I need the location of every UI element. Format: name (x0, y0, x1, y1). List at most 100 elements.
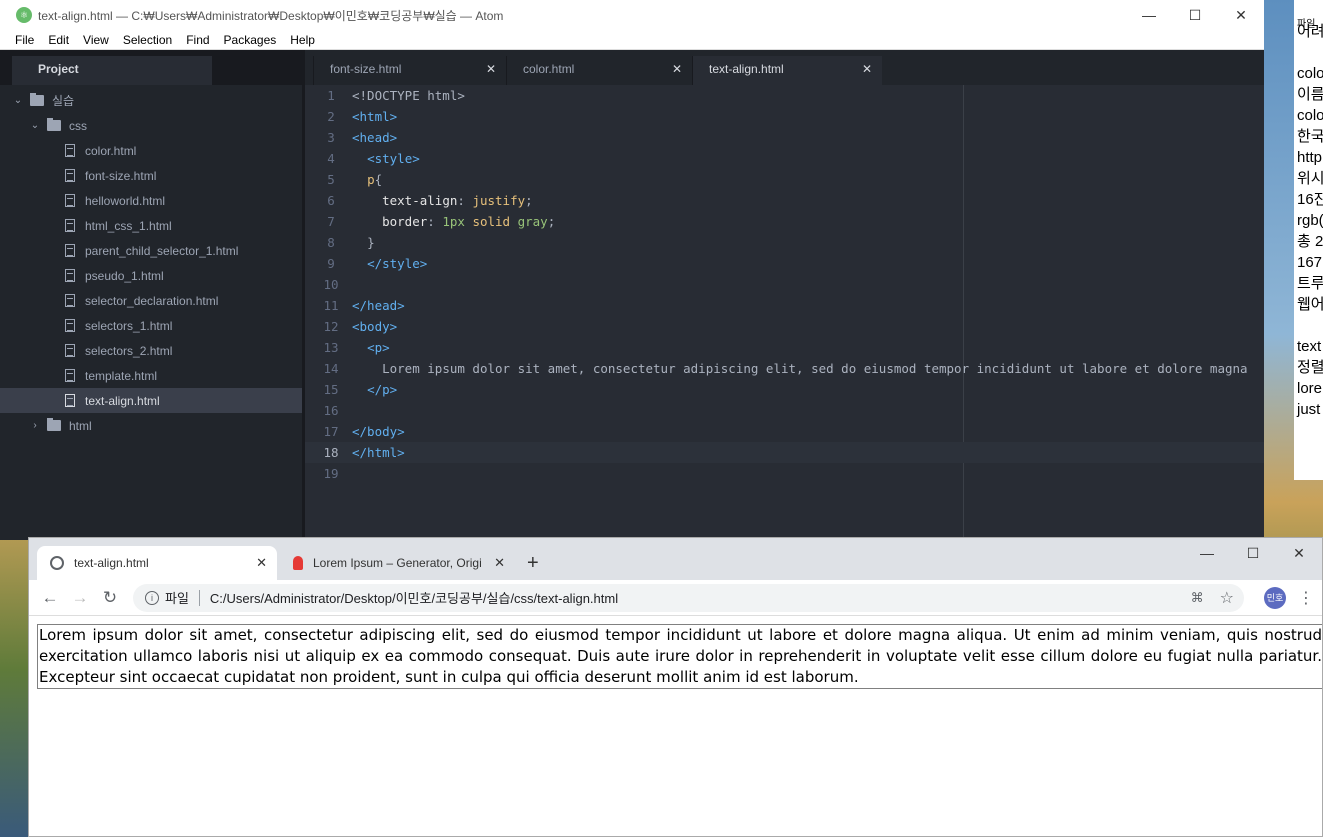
chrome-tab-title: text-align.html (74, 556, 149, 570)
notepad-line: rgb( (1297, 212, 1323, 229)
url-text[interactable]: C:/Users/Administrator/Desktop/이민호/코딩공부/… (210, 588, 1191, 607)
atom-menubar: File Edit View Selection Find Packages H… (0, 30, 1264, 50)
notepad-window[interactable]: 파일 어려 colo 이름 colo 한국 http 위시 16진 rgb( 총… (1294, 0, 1323, 480)
notepad-line: just (1297, 401, 1321, 418)
line-number: 4 (327, 151, 335, 166)
code-line-current: </html> (351, 442, 1264, 463)
tree-file[interactable]: pseudo_1.html (0, 263, 302, 288)
line-number-current: 18 (305, 442, 351, 463)
notepad-line: 어려 (1297, 23, 1323, 40)
address-bar[interactable]: i 파일 C:/Users/Administrator/Desktop/이민호/… (133, 583, 1244, 612)
tab-font-size[interactable]: font-size.html ✕ (313, 56, 506, 85)
file-icon (65, 194, 75, 207)
tab-color[interactable]: color.html ✕ (506, 56, 692, 85)
tree-folder-실습[interactable]: ⌄ 실습 (0, 88, 302, 113)
tree-item-label: text-align.html (85, 393, 160, 408)
menu-selection[interactable]: Selection (116, 33, 179, 47)
back-arrow-icon[interactable]: ← (35, 588, 65, 608)
project-tab[interactable]: Project (12, 56, 212, 85)
maximize-button[interactable]: ☐ (1172, 0, 1218, 30)
notepad-line: 이름 (1297, 86, 1323, 103)
code-line: Lorem ipsum dolor sit amet, consectetur … (351, 358, 1264, 379)
code-token: border (382, 214, 428, 229)
chrome-tab-lorem[interactable]: Lorem Ipsum – Generator, Origi ✕ (279, 546, 515, 580)
notepad-line: 한국 (1297, 128, 1323, 145)
forward-arrow-icon[interactable]: → (65, 588, 95, 608)
tree-item-label: helloworld.html (85, 193, 166, 208)
tab-label: font-size.html (330, 62, 402, 76)
tab-text-align[interactable]: text-align.html ✕ (692, 56, 882, 85)
code-line: <style> (351, 148, 1264, 169)
chrome-tab-text-align[interactable]: text-align.html ✕ (37, 546, 277, 580)
menu-edit[interactable]: Edit (41, 33, 76, 47)
atom-window: ⚛ text-align.html — C:₩Users₩Administrat… (0, 0, 1264, 540)
info-icon[interactable]: i (145, 590, 159, 605)
tree-file[interactable]: parent_child_selector_1.html (0, 238, 302, 263)
notepad-line: text (1297, 338, 1322, 355)
chevron-down-icon: ⌄ (13, 95, 23, 106)
code-line: <p> (351, 337, 1264, 358)
tree-folder-html[interactable]: › html (0, 413, 302, 438)
tree-item-label: css (69, 118, 87, 133)
tree-file[interactable]: html_css_1.html (0, 213, 302, 238)
menu-file[interactable]: File (0, 33, 41, 47)
tree-item-label: html_css_1.html (85, 218, 172, 233)
tree-item-label: color.html (85, 143, 137, 158)
code-token: { (374, 172, 383, 187)
tree-file[interactable]: font-size.html (0, 163, 302, 188)
minimize-button[interactable]: — (1126, 0, 1172, 30)
tree-file[interactable]: selectors_2.html (0, 338, 302, 363)
tree-file[interactable]: selector_declaration.html (0, 288, 302, 313)
code-line: border: 1px solid gray; (382, 214, 556, 229)
tree-folder-css[interactable]: ⌄ css (0, 113, 302, 138)
close-icon[interactable]: ✕ (672, 62, 682, 76)
close-button[interactable]: ✕ (1218, 0, 1264, 30)
notepad-line: 정렬 (1297, 359, 1323, 376)
new-tab-button[interactable]: + (527, 546, 547, 580)
tree-item-label: parent_child_selector_1.html (85, 243, 239, 258)
close-icon[interactable]: ✕ (256, 555, 267, 571)
file-icon (65, 344, 75, 357)
translate-icon[interactable]: ⌘ (1191, 590, 1204, 606)
bookmark-star-icon[interactable]: ☆ (1220, 588, 1234, 608)
menu-find[interactable]: Find (179, 33, 216, 47)
more-menu-icon[interactable]: ⋮ (1296, 588, 1316, 608)
folder-icon (47, 118, 61, 131)
close-icon[interactable]: ✕ (494, 555, 505, 571)
close-icon[interactable]: ✕ (862, 62, 872, 76)
file-icon (65, 369, 75, 382)
chrome-toolbar: ← → ↻ i 파일 C:/Users/Administrator/Deskto… (29, 580, 1322, 616)
profile-avatar[interactable]: 민호 (1264, 586, 1286, 609)
code-line: <html> (351, 106, 1264, 127)
notepad-line: colo (1297, 65, 1323, 82)
code-token: <style> (367, 151, 420, 166)
tree-file-selected[interactable]: text-align.html (0, 388, 302, 413)
atom-titlebar[interactable]: ⚛ text-align.html — C:₩Users₩Administrat… (0, 0, 1264, 30)
code-editor[interactable]: 1 2 3 4 5 6 7 8 9 10 11 12 13 14 15 16 1 (305, 85, 1264, 540)
menu-view[interactable]: View (76, 33, 116, 47)
reload-icon[interactable]: ↻ (95, 588, 125, 608)
notepad-line: colo (1297, 107, 1323, 124)
tree-file[interactable]: helloworld.html (0, 188, 302, 213)
close-icon[interactable]: ✕ (486, 62, 496, 76)
line-number: 6 (327, 193, 335, 208)
code-token: <body> (352, 319, 398, 334)
menu-help[interactable]: Help (283, 33, 322, 47)
notepad-line: 위시 (1297, 170, 1323, 187)
line-number: 11 (323, 298, 339, 313)
code-line: } (351, 232, 1264, 253)
tree-file[interactable]: selectors_1.html (0, 313, 302, 338)
menu-packages[interactable]: Packages (217, 33, 284, 47)
maximize-button[interactable]: ☐ (1230, 538, 1276, 568)
tree-file[interactable]: template.html (0, 363, 302, 388)
close-button[interactable]: ✕ (1276, 538, 1322, 568)
code-token: <!DOCTYPE html> (352, 88, 465, 103)
chrome-tab-strip: text-align.html ✕ Lorem Ipsum – Generato… (29, 538, 1322, 580)
tree-file[interactable]: color.html (0, 138, 302, 163)
folder-icon (30, 93, 44, 106)
globe-icon (50, 556, 64, 570)
minimize-button[interactable]: — (1184, 538, 1230, 568)
tree-item-label: pseudo_1.html (85, 268, 164, 283)
